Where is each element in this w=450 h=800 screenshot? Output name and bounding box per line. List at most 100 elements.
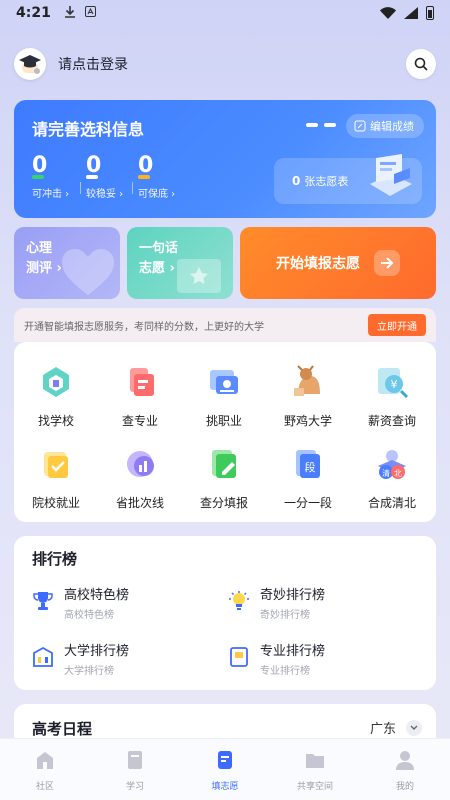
fake-university-icon <box>290 364 326 400</box>
stat-safe-value: 0 <box>86 153 102 178</box>
one-sentence-wish-card[interactable]: 一句话 志愿 › <box>127 227 233 299</box>
rankings-title: 排行榜 <box>32 550 78 568</box>
star-card-icon <box>177 259 221 293</box>
tool-label: 查分填报 <box>199 496 248 510</box>
community-icon <box>37 752 53 769</box>
score-segment-icon: 段 <box>290 446 326 482</box>
ranking-subtitle: 高校特色榜 <box>64 610 114 621</box>
divider <box>80 182 81 194</box>
volunteer-tables-box[interactable]: 0 张志愿表 <box>274 154 422 204</box>
tool-batch-line[interactable]: 省批次线 <box>98 442 182 518</box>
tab-community[interactable]: 社区 <box>0 739 90 800</box>
svg-text:段: 段 <box>305 460 316 474</box>
tool-school-employment[interactable]: 院校就业 <box>14 442 98 518</box>
promo-text: 开通智能填报志愿服务，考同样的分数，上更好的大学 <box>24 321 264 333</box>
tool-label: 薪资查询 <box>367 414 416 428</box>
app-notification-icon <box>84 6 96 20</box>
tab-application[interactable]: 填志愿 <box>180 739 270 800</box>
tool-fake-university[interactable]: 野鸡大学 <box>266 360 350 436</box>
schedule-title: 高考日程 <box>32 720 93 738</box>
tab-label: 我的 <box>395 782 414 792</box>
activate-now-button[interactable]: 立即开通 <box>368 314 426 336</box>
tab-profile[interactable]: 我的 <box>360 739 450 800</box>
svg-text:北: 北 <box>394 469 402 478</box>
avatar[interactable] <box>14 48 46 80</box>
salary-icon: ¥ <box>374 364 410 400</box>
tool-qingbei-game[interactable]: 清北 合成清北 <box>350 442 434 518</box>
application-icon <box>218 751 232 769</box>
tool-check-major[interactable]: 查专业 <box>98 360 182 436</box>
career-icon <box>206 364 242 400</box>
edit-scores-label: 编辑成绩 <box>370 120 414 133</box>
ranking-major[interactable]: 专业排行榜 专业排行榜 <box>228 640 418 680</box>
ranking-title: 高校特色榜 <box>64 588 130 603</box>
subject-info-title: 请完善选科信息 <box>32 120 145 139</box>
volunteer-label: 张志愿表 <box>304 175 349 188</box>
stat-rush-value: 0 <box>32 153 48 178</box>
tool-pick-career[interactable]: 挑职业 <box>182 360 266 436</box>
svg-text:清: 清 <box>382 468 390 478</box>
login-prompt[interactable]: 请点击登录 <box>58 54 128 74</box>
building-icon <box>33 646 53 667</box>
tool-label: 找学校 <box>37 414 74 428</box>
ranking-school-feature[interactable]: 高校特色榜 高校特色榜 <box>32 584 222 624</box>
stat-backup-value: 0 <box>138 153 154 178</box>
batch-line-icon <box>122 446 158 482</box>
tab-label: 学习 <box>125 782 144 792</box>
tool-find-school[interactable]: 找学校 <box>14 360 98 436</box>
wish-line2: 志愿 <box>139 261 166 276</box>
ranking-title: 大学排行榜 <box>64 644 130 659</box>
search-button[interactable] <box>406 49 436 79</box>
subject-info-card[interactable]: 请完善选科信息 编辑成绩 0 可冲击 0 较稳妥 0 可保底 0 张志愿表 <box>14 100 436 218</box>
lightbulb-icon <box>229 591 249 610</box>
stat-rush[interactable]: 0 可冲击 <box>32 154 69 200</box>
ranking-subtitle: 专业排行榜 <box>260 666 310 677</box>
edit-scores-button[interactable]: 编辑成绩 <box>346 114 424 138</box>
ranking-title: 专业排行榜 <box>260 644 326 659</box>
bottom-tab-bar: 社区 学习 填志愿 共享空间 我的 <box>0 738 450 800</box>
psych-test-card[interactable]: 心理 测评 › <box>14 227 120 299</box>
tool-label: 院校就业 <box>31 496 80 510</box>
signal-icon <box>404 7 418 19</box>
chevron-down-icon[interactable] <box>406 720 422 736</box>
svg-text:¥: ¥ <box>391 378 398 391</box>
tool-salary-query[interactable]: ¥ 薪资查询 <box>350 360 434 436</box>
tool-label: 省批次线 <box>115 496 164 510</box>
download-icon <box>64 5 75 21</box>
tab-shared-space[interactable]: 共享空间 <box>270 739 360 800</box>
battery-icon <box>426 6 434 20</box>
tab-study[interactable]: 学习 <box>90 739 180 800</box>
book-icon <box>230 647 248 667</box>
heart-icon <box>62 249 114 295</box>
ranking-university[interactable]: 大学排行榜 大学排行榜 <box>32 640 222 680</box>
carousel-indicator <box>306 123 336 127</box>
tool-label: 野鸡大学 <box>283 414 332 428</box>
study-icon <box>128 751 142 769</box>
profile-icon <box>396 751 414 770</box>
school-icon <box>38 364 74 400</box>
psych-line1: 心理 <box>26 241 53 256</box>
volunteer-count: 0 <box>292 174 301 188</box>
province-selector[interactable]: 广东 <box>370 718 396 737</box>
stat-backup[interactable]: 0 可保底 <box>138 154 175 200</box>
edit-icon <box>354 120 366 132</box>
major-icon <box>122 364 158 400</box>
start-application-label: 开始填报志愿 <box>276 256 360 272</box>
ranking-title: 奇妙排行榜 <box>260 588 326 603</box>
employment-icon <box>38 446 74 482</box>
tool-label: 合成清北 <box>367 496 416 510</box>
psych-line2: 测评 <box>26 261 53 276</box>
ranking-wonderful[interactable]: 奇妙排行榜 奇妙排行榜 <box>228 584 418 624</box>
tool-score-report[interactable]: 查分填报 <box>182 442 266 518</box>
tool-label: 挑职业 <box>205 414 242 428</box>
tool-score-segment[interactable]: 段 一分一段 <box>266 442 350 518</box>
start-application-button[interactable]: 开始填报志愿 <box>240 227 436 299</box>
stat-rush-label: 可冲击 <box>32 185 69 200</box>
header: 请点击登录 <box>14 46 436 82</box>
stat-backup-label: 可保底 <box>138 185 175 200</box>
graduation-cap-icon <box>19 55 41 74</box>
tool-label: 一分一段 <box>283 496 332 510</box>
search-icon <box>414 57 428 71</box>
wifi-icon <box>380 7 396 19</box>
stat-safe[interactable]: 0 较稳妥 <box>86 154 123 200</box>
